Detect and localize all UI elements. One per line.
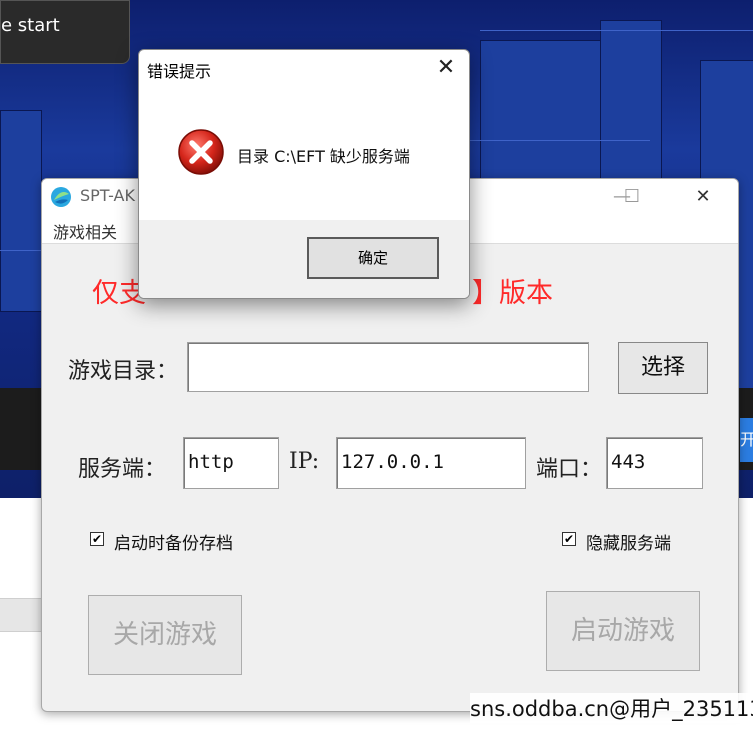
backup-on-start-checkbox[interactable]: ✔ (90, 532, 104, 546)
browse-button[interactable]: 选择 (618, 342, 708, 394)
close-game-button[interactable]: 关闭游戏 (88, 595, 242, 675)
dialog-close-button[interactable]: ✕ (423, 50, 469, 86)
protocol-input[interactable]: http (183, 437, 279, 489)
hide-server-label: 隐藏服务端 (586, 534, 671, 554)
version-notice-end: 】版本 (472, 278, 553, 309)
game-dir-label: 游戏目录： (68, 359, 179, 384)
notification-text: e start (1, 15, 60, 36)
ip-label: IP: (289, 449, 320, 474)
start-game-button[interactable]: 启动游戏 (546, 591, 700, 671)
dialog-title: 错误提示 (147, 62, 212, 81)
port-input[interactable]: 443 (606, 437, 703, 489)
window-title: SPT-AK (80, 186, 135, 205)
game-dir-input[interactable] (187, 342, 589, 392)
error-dialog: 错误提示 ✕ 目录 C:\EFT 缺少服务端 确定 (138, 49, 470, 299)
close-button[interactable]: ✕ (680, 179, 726, 215)
port-label: 端口： (536, 457, 603, 482)
background-band (0, 598, 45, 632)
app-logo-icon (51, 187, 71, 207)
side-chip[interactable]: 开 (740, 418, 753, 462)
side-chip-text: 开 (740, 430, 753, 449)
dialog-message: 目录 C:\EFT 缺少服务端 (237, 147, 410, 166)
error-x-icon (178, 129, 224, 175)
ip-input[interactable]: 127.0.0.1 (336, 437, 526, 489)
ok-button[interactable]: 确定 (307, 237, 439, 279)
notification-toast[interactable]: e start (0, 0, 130, 64)
watermark-text: sns.oddba.cn@用户_235113 (470, 693, 753, 723)
server-label: 服务端： (78, 457, 167, 482)
menu-item-game[interactable]: 游戏相关 (53, 219, 117, 243)
hide-server-checkbox[interactable]: ✔ (562, 532, 576, 546)
maximize-button[interactable]: ☐ (609, 179, 655, 215)
backup-on-start-label: 启动时备份存档 (114, 534, 233, 554)
